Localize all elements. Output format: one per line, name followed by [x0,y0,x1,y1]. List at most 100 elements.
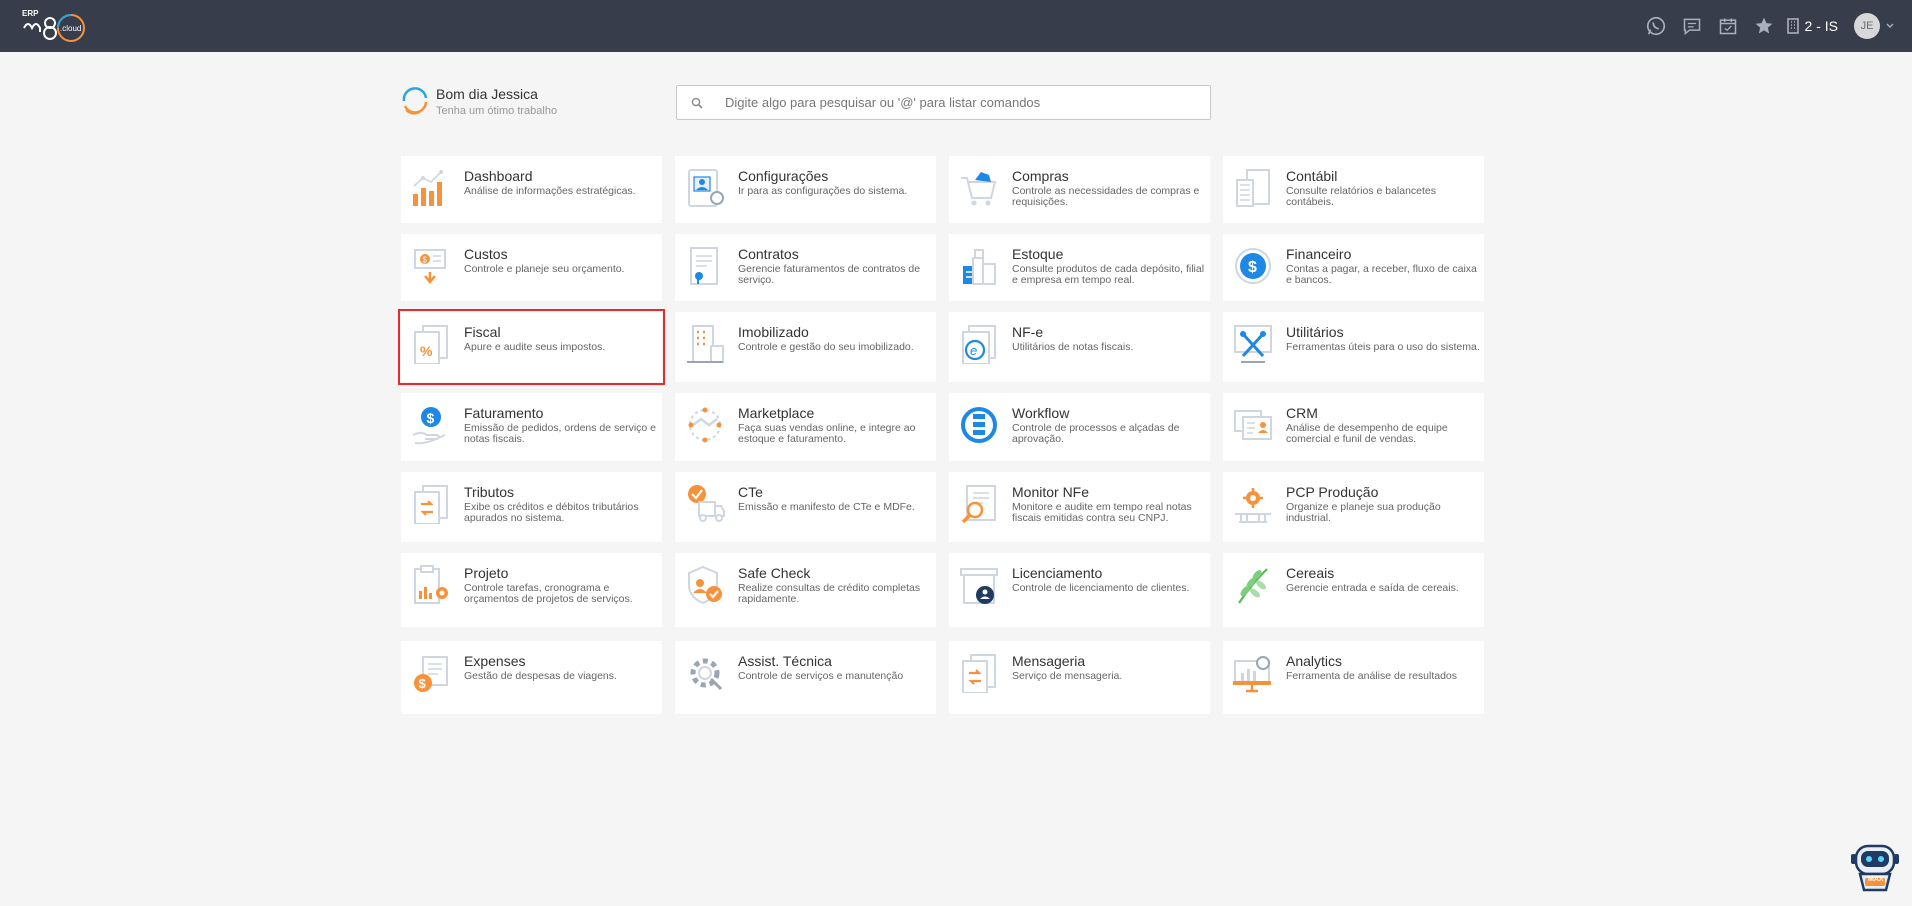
marketplace-module-icon [685,405,725,445]
contabil-module-icon [1233,168,1273,208]
custos-module-icon: $ [411,246,451,286]
safe-check-module-icon [685,565,725,605]
greeting-subtitle: Tenha um ótimo trabalho [436,105,558,117]
module-card-contratos[interactable]: Contratos Gerencie faturamentos de contra… [675,234,936,301]
utilitarios-module-icon [1233,324,1273,364]
module-description: Faça suas vendas online, e integre ao es… [738,422,916,445]
module-description: Controle tarefas, cronograma e orçamento… [464,582,633,605]
svg-text:$: $ [423,256,428,265]
module-description: Apure e audite seus impostos. [464,341,606,353]
faturamento-module-icon: $ [411,405,451,445]
module-card-monitor-nfe[interactable]: Monitor NFe Monitore e audite em tempo re… [949,472,1210,542]
financeiro-module-icon: $ [1233,246,1273,286]
greeting-title: Bom dia Jessica [436,86,538,102]
module-description: Ferramenta de análise de resultados [1286,670,1458,682]
module-title: Projeto [464,565,509,581]
analytics-module-icon [1233,653,1273,693]
module-card-crm[interactable]: CRM Análise de desempenho de equipe comer… [1223,393,1484,461]
module-description: Análise de desempenho de equipe comercia… [1286,422,1448,445]
module-card-licenciamento[interactable]: Licenciamento Controle de licenciamento d… [949,553,1210,627]
assistant-bot-button[interactable]: MAX [1848,838,1902,892]
module-title: Imobilizado [738,324,809,340]
module-description: Gerencie entrada e saída de cereais. [1286,582,1459,594]
svg-text:$: $ [419,676,427,691]
module-card-nf-e[interactable]: e NF-e Utilitários de notas fiscais. [949,312,1210,382]
module-title: Marketplace [738,405,815,421]
module-description: Emissão e manifesto de CTe e MDFe. [738,501,915,513]
module-card-imobilizado[interactable]: Imobilizado Controle e gestão do seu imob… [675,312,936,382]
module-card-fiscal[interactable]: % Fiscal Apure e audite seus impostos. [398,309,665,385]
module-card-cereais[interactable]: Cereais Gerencie entrada e saída de cerea… [1223,553,1484,627]
module-title: Fiscal [464,324,501,340]
calendar-icon[interactable] [1710,0,1746,52]
robot-icon [1851,844,1899,892]
module-title: Compras [1012,168,1069,184]
pcp-producao-module-icon [1233,484,1273,524]
module-title: Safe Check [738,565,811,581]
module-card-financeiro[interactable]: $ Financeiro Contas a pagar, a receber, fl… [1223,234,1484,301]
module-title: Tributos [464,484,515,500]
module-card-contabil[interactable]: Contábil Consulte relatórios e balancetes… [1223,156,1484,223]
module-title: Workflow [1012,405,1070,421]
module-title: Analytics [1286,653,1343,669]
star-icon[interactable] [1746,0,1782,52]
erp-logo[interactable]: ERP .cloud [22,8,102,46]
chat-icon[interactable] [1674,0,1710,52]
cereais-module-icon [1233,565,1273,605]
module-card-custos[interactable]: $ Custos Controle e planeje seu orçamento. [401,234,662,301]
dashboard-module-icon [411,168,451,208]
module-card-marketplace[interactable]: Marketplace Faça suas vendas online, e in… [675,393,936,461]
module-description: Ir para as configurações do sistema. [738,185,908,197]
projeto-module-icon [411,565,451,605]
module-card-faturamento[interactable]: $ Faturamento Emissão de pedidos, ordens d… [401,393,662,461]
module-title: NF-e [1012,324,1044,340]
assistant-badge: MAX [1868,876,1884,883]
building-icon [1786,18,1799,34]
module-card-utilitarios[interactable]: Utilitários Ferramentas úteis para o uso … [1223,312,1484,382]
module-description: Controle de processos e alçadas de aprov… [1012,422,1180,445]
chevron-down-icon[interactable] [1886,23,1894,29]
company-selector[interactable]: 2 - IS [1786,18,1838,34]
module-card-estoque[interactable]: Estoque Consulte produtos de cada depósit… [949,234,1210,301]
module-description: Controle as necessidades de compras e re… [1012,185,1200,208]
cte-module-icon [685,484,725,524]
module-title: CRM [1286,405,1318,421]
compras-module-icon [959,168,999,208]
assist-tecnica-module-icon [685,653,725,693]
module-card-analytics[interactable]: Analytics Ferramenta de análise de result… [1223,641,1484,714]
module-title: Monitor NFe [1012,484,1090,500]
mensageria-module-icon [959,653,999,694]
module-description: Controle e gestão do seu imobilizado. [738,341,914,353]
workflow-module-icon [959,405,999,445]
module-card-cte[interactable]: CTe Emissão e manifesto de CTe e MDFe. [675,472,936,542]
module-title: Dashboard [464,168,533,184]
module-title: Configurações [738,168,829,184]
module-card-pcp-producao[interactable]: PCP Produção Organize e planeje sua produ… [1223,472,1484,542]
module-card-dashboard[interactable]: Dashboard Análise de informações estratég… [401,156,662,223]
module-card-expenses[interactable]: $ Expenses Gestão de despesas de viagens. [401,641,662,714]
module-card-tributos[interactable]: Tributos Exibe os créditos e débitos trib… [401,472,662,542]
module-description: Contas a pagar, a receber, fluxo de caix… [1286,263,1477,286]
module-title: Expenses [464,653,526,669]
module-title: CTe [738,484,763,500]
whatsapp-icon[interactable] [1638,0,1674,52]
module-card-compras[interactable]: Compras Controle as necessidades de compr… [949,156,1210,223]
module-card-configuracoes[interactable]: Configurações Ir para as configurações do… [675,156,936,223]
svg-text:$: $ [1248,259,1257,276]
module-description: Monitore e audite em tempo real notas fi… [1012,501,1192,524]
user-avatar[interactable]: JE [1854,13,1880,39]
tributos-module-icon [411,484,451,525]
module-card-assist-tecnica[interactable]: Assist. Técnica Controle de serviços e ma… [675,641,936,714]
module-card-safe-check[interactable]: Safe Check Realize consultas de crédito c… [675,553,936,627]
search-input[interactable] [717,86,1210,119]
module-card-mensageria[interactable]: Mensageria Serviço de mensageria. [949,641,1210,714]
module-description: Gerencie faturamentos de contratos de se… [738,263,921,286]
company-label: 2 - IS [1804,18,1838,34]
module-description: Consulte relatórios e balancetes contábe… [1286,185,1437,208]
module-description: Emissão de pedidos, ordens de serviço e … [464,422,657,445]
greeting-logo-icon [402,87,428,115]
search-icon [677,97,717,109]
module-card-workflow[interactable]: Workflow Controle de processos e alçadas … [949,393,1210,461]
module-card-projeto[interactable]: Projeto Controle tarefas, cronograma e or… [401,553,662,627]
module-description: Análise de informações estratégicas. [464,185,636,197]
